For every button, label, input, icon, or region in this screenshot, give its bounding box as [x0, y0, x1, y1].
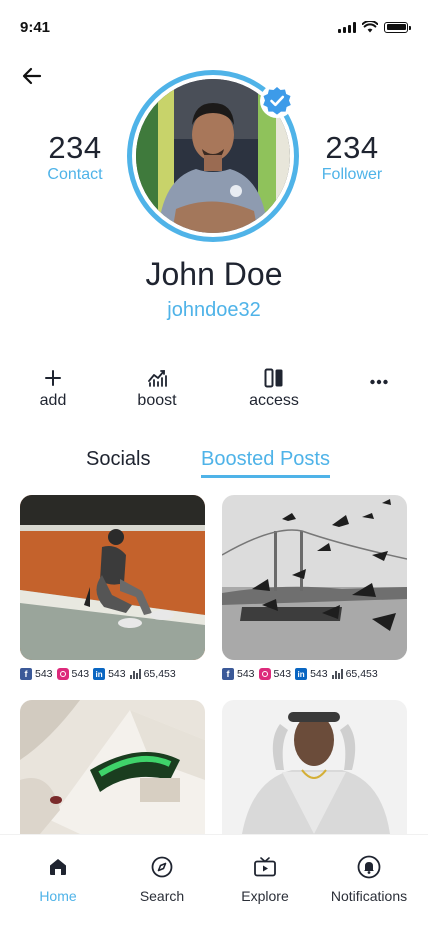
- follower-count: 234: [325, 130, 379, 165]
- chart-icon: [147, 368, 167, 388]
- plus-icon: [45, 368, 61, 388]
- back-button[interactable]: [18, 62, 46, 90]
- arrow-left-icon: [22, 67, 42, 85]
- instagram-count: 543: [71, 668, 90, 680]
- bar-chart-icon: [331, 669, 343, 679]
- linkedin-count: 543: [310, 668, 328, 680]
- more-button[interactable]: [364, 372, 394, 392]
- battery-icon: [384, 21, 411, 33]
- instagram-stat: 543: [56, 668, 90, 680]
- instagram-icon: [56, 668, 69, 680]
- contact-label: Contact: [47, 166, 103, 183]
- post-image[interactable]: [20, 700, 205, 834]
- nav-home[interactable]: Home: [8, 855, 108, 904]
- post-stats: f 543 543 in 543 65,453: [222, 668, 407, 680]
- linkedin-stat: in 543: [93, 668, 126, 680]
- play-screen-icon: [254, 855, 276, 879]
- nav-notifications[interactable]: Notifications: [319, 855, 419, 904]
- post-card[interactable]: [20, 700, 205, 834]
- facebook-stat: f 543: [20, 668, 53, 680]
- nav-search[interactable]: Search: [112, 855, 212, 904]
- bottom-navigation: Home Search Explore Notifications: [0, 834, 428, 926]
- views-count: 65,453: [143, 668, 176, 680]
- nav-explore[interactable]: Explore: [215, 855, 315, 904]
- tab-boosted-posts[interactable]: Boosted Posts: [201, 448, 330, 478]
- access-button[interactable]: access: [241, 368, 307, 410]
- status-icons: [338, 21, 411, 33]
- boost-label: boost: [137, 392, 177, 409]
- linkedin-icon: in: [295, 668, 308, 680]
- nav-home-label: Home: [39, 888, 77, 904]
- follower-stat[interactable]: 234 Follower: [297, 130, 407, 184]
- instagram-count: 543: [273, 668, 292, 680]
- profile-handle[interactable]: johndoe32: [0, 299, 428, 322]
- bell-icon: [357, 855, 381, 879]
- facebook-stat: f 543: [222, 668, 255, 680]
- instagram-stat: 543: [258, 668, 292, 680]
- post-stats: f 543 543 in 543 65,453: [20, 668, 205, 680]
- follower-label: Follower: [321, 166, 383, 183]
- post-image[interactable]: [222, 495, 407, 660]
- post-card[interactable]: [222, 700, 407, 834]
- verified-badge: [260, 84, 294, 118]
- nav-explore-label: Explore: [241, 888, 289, 904]
- facebook-count: 543: [237, 668, 255, 680]
- tab-socials[interactable]: Socials: [86, 448, 150, 471]
- status-bar: 9:41: [0, 0, 428, 52]
- post-image[interactable]: [222, 700, 407, 834]
- access-label: access: [249, 392, 299, 409]
- action-row: add boost access: [0, 368, 428, 418]
- contact-stat[interactable]: 234 Contact: [20, 130, 130, 184]
- verified-check-icon: [263, 87, 291, 115]
- add-button[interactable]: add: [28, 368, 78, 410]
- views-stat: 65,453: [129, 668, 176, 680]
- instagram-icon: [258, 668, 271, 680]
- post-card[interactable]: f 543 543 in 543 65,453: [20, 495, 205, 680]
- home-icon: [48, 855, 68, 879]
- contact-count: 234: [48, 130, 102, 165]
- cellular-signal-icon: [338, 21, 356, 33]
- nav-notifications-label: Notifications: [330, 888, 408, 904]
- post-card[interactable]: f 543 543 in 543 65,453: [222, 495, 407, 680]
- nav-search-label: Search: [139, 888, 185, 904]
- status-time: 9:41: [20, 19, 51, 36]
- facebook-icon: f: [20, 668, 32, 680]
- linkedin-stat: in 543: [295, 668, 328, 680]
- boost-button[interactable]: boost: [127, 368, 187, 410]
- wifi-icon: [362, 21, 378, 33]
- facebook-icon: f: [222, 668, 234, 680]
- post-image[interactable]: [20, 495, 205, 660]
- bar-chart-icon: [129, 669, 141, 679]
- columns-icon: [264, 368, 284, 388]
- views-count: 65,453: [345, 668, 378, 680]
- profile-name: John Doe: [145, 256, 283, 292]
- compass-icon: [151, 855, 173, 879]
- add-label: add: [39, 392, 67, 409]
- linkedin-icon: in: [93, 668, 106, 680]
- linkedin-count: 543: [108, 668, 126, 680]
- views-stat: 65,453: [331, 668, 378, 680]
- profile-tabs: Socials Boosted Posts: [0, 448, 428, 482]
- more-icon: [370, 372, 388, 392]
- facebook-count: 543: [35, 668, 53, 680]
